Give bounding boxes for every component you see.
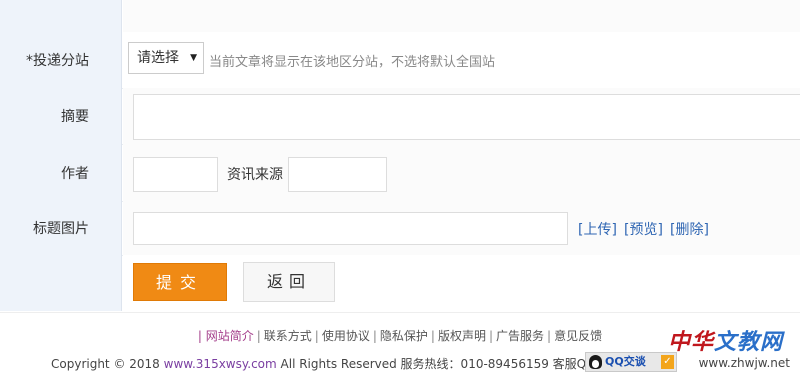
- footer-separator: |: [372, 329, 377, 343]
- footer-link-contact[interactable]: 联系方式: [264, 329, 312, 343]
- footer-separator: |: [314, 329, 319, 343]
- qq-chat-label: QQ交谈: [605, 355, 646, 368]
- title-image-label: 标题图片: [33, 221, 89, 237]
- back-button[interactable]: 返回: [243, 262, 335, 302]
- upload-link[interactable]: [上传]: [578, 219, 617, 239]
- footer-separator: |: [430, 329, 435, 343]
- label-cell: *投递分站: [0, 32, 122, 88]
- watermark-url: www.zhwjw.net: [698, 356, 790, 370]
- article-form: *投递分站 请选择 ▼ 当前文章将显示在该地区分站，不选将默认全国站 摘要 作者…: [0, 0, 800, 312]
- footer-link-about[interactable]: | 网站简介: [198, 329, 254, 343]
- row-actions: [0, 255, 800, 311]
- form-top-strip: [0, 0, 800, 32]
- footer-link-terms[interactable]: 使用协议: [322, 329, 370, 343]
- delete-link[interactable]: [删除]: [670, 219, 709, 239]
- label-cell: [0, 255, 122, 311]
- branch-label: *投递分站: [26, 53, 89, 69]
- preview-link[interactable]: [预览]: [624, 219, 663, 239]
- source-input[interactable]: [288, 157, 387, 192]
- footer-link-copyright[interactable]: 版权声明: [438, 329, 486, 343]
- copyright-line: Copyright © 2018 www.315xwsy.com All Rig…: [51, 355, 600, 372]
- footer-separator: |: [547, 329, 552, 343]
- author-input[interactable]: [133, 157, 218, 192]
- footer-link-ads[interactable]: 广告服务: [496, 329, 544, 343]
- label-cell: 标题图片: [0, 201, 122, 255]
- summary-label: 摘要: [61, 109, 89, 125]
- watermark-logo: 中华文教网 www.zhwjw.net: [668, 324, 796, 370]
- footer-link-privacy[interactable]: 隐私保护: [380, 329, 428, 343]
- qq-penguin-icon: [589, 355, 602, 369]
- qq-chat-button[interactable]: QQ交谈 ✓: [585, 352, 677, 372]
- author-label: 作者: [61, 165, 89, 182]
- watermark-brand-a: 中华: [668, 330, 715, 355]
- footer-separator: |: [256, 329, 261, 343]
- copyright-prefix: Copyright © 2018: [51, 357, 160, 371]
- value-cell: [123, 0, 800, 32]
- label-cell: [0, 0, 122, 32]
- site-link[interactable]: www.315xwsy.com: [164, 357, 277, 371]
- row-author: 作者: [0, 144, 800, 202]
- footer-separator: |: [488, 329, 494, 343]
- dropdown-arrow-icon: ▼: [190, 53, 197, 63]
- value-cell: [123, 144, 800, 201]
- footer-link-feedback[interactable]: 意见反馈: [554, 329, 602, 343]
- submit-button[interactable]: 提交: [133, 263, 227, 301]
- summary-input[interactable]: [133, 94, 800, 140]
- branch-hint: 当前文章将显示在该地区分站，不选将默认全国站: [209, 55, 496, 70]
- label-cell: 摘要: [0, 88, 122, 144]
- watermark-brand-b: 文教网: [714, 330, 784, 355]
- title-image-input[interactable]: [133, 212, 568, 245]
- branch-select[interactable]: 请选择 ▼: [128, 42, 204, 74]
- source-label: 资讯来源: [227, 167, 283, 183]
- label-cell: 作者: [0, 144, 122, 201]
- branch-select-value: 请选择: [137, 50, 179, 66]
- copyright-suffix: All Rights Reserved 服务热线：010-89456159 客服…: [280, 357, 600, 371]
- watermark-brand: 中华文教网: [668, 324, 796, 356]
